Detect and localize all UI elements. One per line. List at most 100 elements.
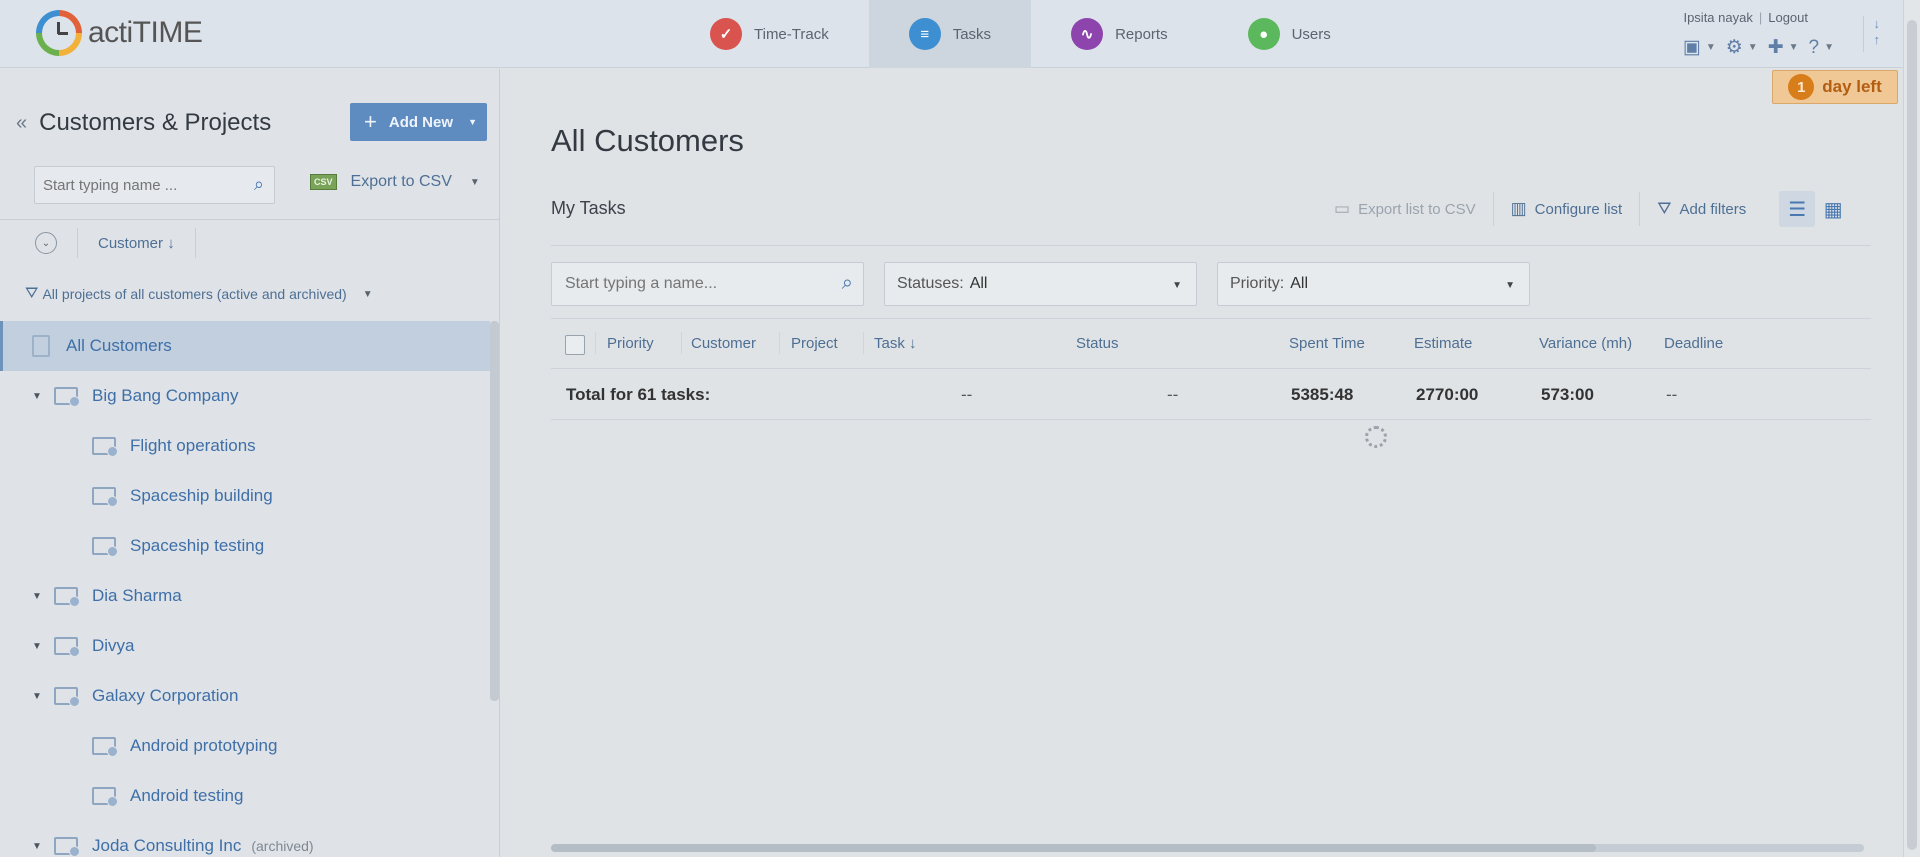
tree-item-all-customers[interactable]: All Customers — [0, 321, 490, 371]
col-deadline[interactable]: Deadline — [1664, 335, 1723, 352]
list-view-icon[interactable]: ☰ — [1779, 191, 1816, 227]
customer-tree: All Customers ▼ Big Bang Company Flight … — [0, 321, 490, 857]
user-name[interactable]: Ipsita nayak — [1683, 10, 1752, 25]
col-spent-time[interactable]: Spent Time — [1289, 335, 1365, 352]
tab-users[interactable]: ● Users — [1208, 0, 1371, 68]
chart-line-icon: ∿ — [1071, 18, 1104, 50]
totals-task: -- — [961, 385, 973, 404]
expand-all-toggle[interactable]: ⌄ — [35, 232, 57, 254]
horizontal-scrollbar[interactable] — [551, 844, 1864, 852]
caret-down-icon[interactable]: ▼ — [32, 841, 54, 852]
help-icon: ? — [1808, 36, 1820, 58]
task-search-field: ⌕ — [551, 262, 864, 306]
totals-status: -- — [1167, 385, 1179, 404]
tree-item-customer[interactable]: ▼ Big Bang Company — [0, 371, 490, 421]
gear-icon: ⚙ — [1725, 37, 1743, 58]
customer-folder-icon — [54, 837, 80, 857]
export-list-csv-button[interactable]: ▭ Export list to CSV — [1317, 192, 1494, 226]
page-title: All Customers — [551, 123, 744, 158]
tree-item-project[interactable]: Spaceship testing — [0, 521, 490, 571]
calendar-menu[interactable]: ▣ ▼ — [1683, 36, 1716, 59]
statuses-dropdown[interactable]: Statuses: All ▼ — [884, 262, 1197, 306]
totals-variance: 573:00 — [1541, 385, 1594, 404]
user-box: Ipsita nayak | Logout — [1683, 10, 1808, 25]
csv-icon: CSV — [310, 174, 337, 190]
clock-logo-icon — [36, 10, 82, 56]
task-search-input[interactable] — [552, 263, 812, 305]
export-csv-button[interactable]: CSV Export to CSV ▼ — [310, 173, 480, 191]
caret-down-icon[interactable]: ▼ — [32, 691, 54, 702]
customer-folder-icon — [54, 387, 80, 407]
chevron-down-icon: ▼ — [1172, 280, 1182, 291]
panel-scrollbar[interactable] — [490, 321, 499, 701]
caret-down-icon[interactable]: ▼ — [32, 591, 54, 602]
tab-label: Users — [1291, 25, 1331, 43]
filter-plus-icon: ⛛ — [1657, 199, 1672, 218]
archived-label: (archived) — [251, 838, 314, 854]
task-table-header: Priority Customer Project Task ↓ Status … — [551, 318, 1871, 368]
collapse-panel-icon[interactable]: « — [16, 112, 27, 135]
col-priority[interactable]: Priority — [607, 335, 654, 352]
collapse-header-button[interactable]: ↓ ↑ — [1862, 16, 1881, 52]
add-new-button[interactable]: + Add New ▼ — [350, 103, 487, 141]
addons-menu[interactable]: ✚ ▼ — [1768, 36, 1799, 59]
logo-text: actiTIME — [88, 16, 203, 49]
tree-item-customer[interactable]: ▼ Galaxy Corporation — [0, 671, 490, 721]
help-menu[interactable]: ? ▼ — [1809, 37, 1834, 59]
col-status[interactable]: Status — [1076, 335, 1119, 352]
panel-search-input[interactable] — [35, 167, 230, 203]
col-estimate[interactable]: Estimate — [1414, 335, 1472, 352]
actitime-logo[interactable]: actiTIME — [36, 10, 203, 56]
tree-item-customer[interactable]: ▼ Divya — [0, 621, 490, 671]
tree-item-customer[interactable]: ▼ Dia Sharma — [0, 571, 490, 621]
main-nav: ✓ Time-Track ≡ Tasks ∿ Reports ● Users — [670, 0, 1371, 68]
tree-item-project[interactable]: Flight operations — [0, 421, 490, 471]
scrollbar-thumb[interactable] — [1907, 20, 1917, 850]
puzzle-icon: ✚ — [1767, 37, 1784, 58]
task-list-subtitle: My Tasks — [551, 198, 626, 218]
search-icon[interactable]: ⌕ — [842, 272, 853, 295]
customer-folder-icon — [54, 587, 80, 607]
caret-down-icon[interactable]: ▼ — [32, 391, 54, 402]
chevron-down-icon: ▼ — [1824, 42, 1834, 53]
select-all-checkbox[interactable] — [565, 335, 585, 355]
settings-menu[interactable]: ⚙ ▼ — [1726, 36, 1758, 59]
tab-tasks[interactable]: ≡ Tasks — [868, 0, 1032, 68]
loading-spinner-icon — [1365, 426, 1387, 448]
document-icon — [32, 335, 50, 357]
col-customer[interactable]: Customer — [691, 335, 756, 352]
totals-deadline: -- — [1666, 385, 1678, 404]
scrollbar-thumb[interactable] — [551, 844, 1596, 852]
project-folder-icon — [92, 787, 118, 807]
grid-view-icon[interactable]: ▦ — [1815, 191, 1851, 227]
project-folder-icon — [92, 437, 118, 457]
chevron-down-icon[interactable]: ▼ — [470, 177, 480, 188]
tree-item-customer[interactable]: ▼ Joda Consulting Inc (archived) — [0, 821, 490, 857]
caret-down-icon[interactable]: ▼ — [32, 641, 54, 652]
chevron-down-icon: ▼ — [468, 117, 477, 127]
page-scrollbar[interactable] — [1903, 0, 1920, 857]
priority-dropdown[interactable]: Priority: All ▼ — [1217, 262, 1530, 306]
chevron-down-icon: ▼ — [362, 288, 373, 300]
project-filter-dropdown[interactable]: ⛛ All projects of all customers (active … — [25, 285, 373, 303]
tab-reports[interactable]: ∿ Reports — [1031, 0, 1208, 68]
columns-settings-icon: ▥ — [1510, 199, 1527, 218]
tree-item-project[interactable]: Android testing — [0, 771, 490, 821]
tree-item-project[interactable]: Spaceship building — [0, 471, 490, 521]
project-folder-icon — [92, 737, 118, 757]
search-icon[interactable]: ⌕ — [254, 174, 264, 195]
logout-link[interactable]: Logout — [1768, 10, 1808, 25]
col-task[interactable]: Task ↓ — [874, 335, 917, 352]
col-variance[interactable]: Variance (mh) — [1539, 335, 1632, 352]
chevron-down-icon: ▼ — [1747, 42, 1758, 53]
arrow-up-icon: ↑ — [1873, 32, 1881, 47]
project-folder-icon — [92, 537, 118, 557]
tree-item-project[interactable]: Android prototyping — [0, 721, 490, 771]
add-filters-button[interactable]: ⛛ Add filters — [1640, 192, 1763, 226]
tab-time-track[interactable]: ✓ Time-Track — [670, 0, 869, 68]
header-tools: ▣ ▼ ⚙ ▼ ✚ ▼ ? ▼ — [1683, 36, 1834, 59]
col-project[interactable]: Project — [791, 335, 838, 352]
sort-by-customer[interactable]: Customer ↓ — [98, 235, 175, 252]
configure-list-button[interactable]: ▥ Configure list — [1494, 192, 1641, 226]
arrow-down-icon: ↓ — [909, 335, 917, 352]
